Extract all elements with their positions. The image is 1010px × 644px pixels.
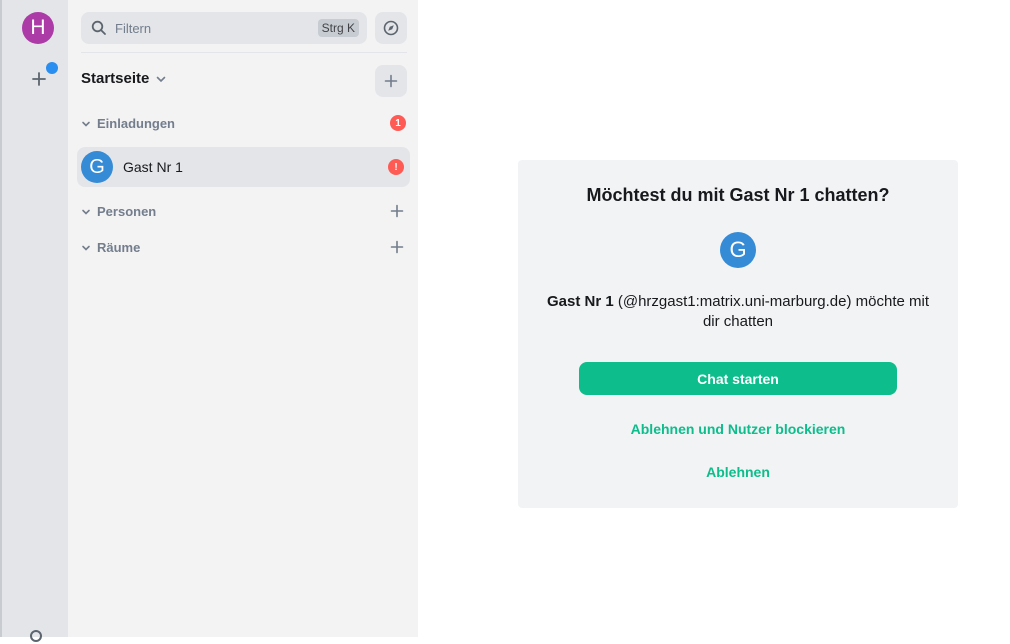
- inviter-detail: (@hrzgast1:matrix.uni-marburg.de) möchte…: [613, 293, 930, 330]
- section-people[interactable]: Personen: [81, 204, 156, 219]
- plus-icon[interactable]: [390, 240, 404, 254]
- invite-description: Gast Nr 1 (@hrzgast1:matrix.uni-marburg.…: [538, 292, 938, 332]
- divider: [81, 52, 407, 53]
- chevron-down-icon: [82, 209, 90, 215]
- search-field[interactable]: Filtern Strg K: [81, 12, 367, 44]
- invite-count-badge: 1: [390, 115, 406, 131]
- add-room-button[interactable]: [375, 65, 407, 97]
- section-label: Räume: [97, 240, 141, 255]
- section-rooms[interactable]: Räume: [81, 240, 140, 255]
- section-label: Einladungen: [97, 116, 175, 131]
- plus-icon: [32, 72, 46, 86]
- plus-icon[interactable]: [390, 204, 404, 218]
- explore-rooms-button[interactable]: [375, 12, 407, 44]
- invite-alert-badge: !: [388, 159, 404, 175]
- chevron-down-icon: [82, 121, 90, 127]
- search-icon: [91, 20, 106, 35]
- plus-icon: [384, 74, 398, 88]
- page-title: Startseite: [81, 70, 150, 87]
- notification-dot: [46, 62, 58, 74]
- section-label: Personen: [97, 204, 157, 219]
- chevron-down-icon: [82, 245, 90, 251]
- invite-title: Möchtest du mit Gast Nr 1 chatten?: [586, 185, 890, 205]
- avatar: G: [720, 232, 756, 268]
- invite-panel: Möchtest du mit Gast Nr 1 chatten? G Gas…: [518, 160, 958, 508]
- reject-and-block-button[interactable]: Ablehnen und Nutzer blockieren: [518, 421, 958, 437]
- compass-icon: [383, 20, 399, 36]
- room-list-panel: Filtern Strg K Startseite Einladungen 1 …: [68, 0, 418, 637]
- avatar: G: [81, 151, 113, 183]
- user-avatar[interactable]: H: [22, 12, 54, 44]
- start-chat-button[interactable]: Chat starten: [579, 362, 897, 395]
- chevron-down-icon: [157, 76, 166, 82]
- room-tile-gast-nr-1[interactable]: G Gast Nr 1 !: [77, 147, 410, 187]
- home-header[interactable]: Startseite: [81, 70, 167, 87]
- section-invites[interactable]: Einladungen: [81, 116, 175, 131]
- reject-button[interactable]: Ablehnen: [518, 464, 958, 480]
- inviter-name: Gast Nr 1: [546, 293, 614, 310]
- room-name: Gast Nr 1: [123, 159, 183, 175]
- search-input[interactable]: Filtern: [115, 21, 318, 36]
- space-panel: H: [0, 0, 68, 642]
- shortcut-hint: Strg K: [317, 19, 359, 37]
- gear-icon[interactable]: [28, 628, 44, 644]
